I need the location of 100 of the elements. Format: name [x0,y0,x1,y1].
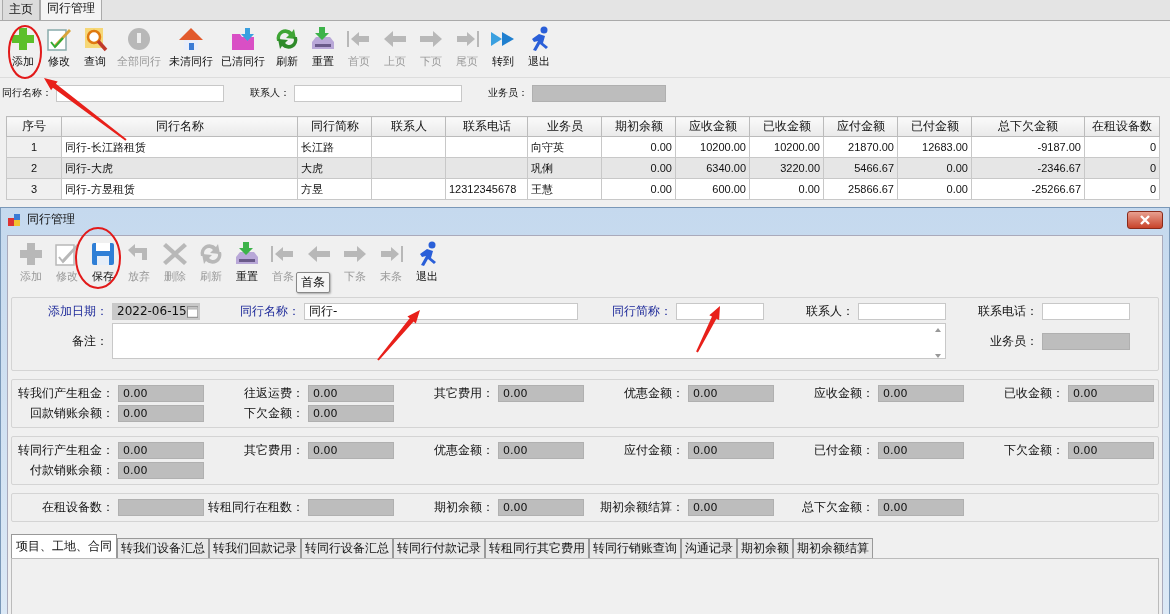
toolbar-button[interactable]: 退出 [410,240,444,284]
calendar-icon [186,304,198,319]
tab[interactable]: 期初余额 [737,538,793,558]
table-cell: 6340.00 [706,162,746,174]
toolbar-button[interactable]: 查询 [78,25,112,69]
close-icon [1139,214,1151,225]
column-header[interactable]: 已付金额 [897,116,972,137]
column-header[interactable]: 同行简称 [297,116,372,137]
plus-icon [17,240,45,268]
column-header[interactable]: 应付金额 [823,116,898,137]
field-label: 已付金额： [813,442,874,459]
tab[interactable]: 转租同行其它费用 [485,538,589,558]
cross-icon [161,240,189,268]
field-label: 期初余额： [433,499,494,516]
table-cell: 王慧 [531,182,553,195]
toolbar-button[interactable]: 已清同行 [218,25,268,69]
table-cell: 10200.00 [700,141,746,153]
column-header[interactable]: 联系人 [371,116,446,137]
table-cell: 方昱 [301,182,323,195]
field-label: 回款销账余额： [29,405,114,422]
toolbar-button[interactable]: 保存 [86,240,120,284]
table-cell: 0.00 [650,141,672,153]
table-cell: 0.00 [798,183,820,195]
readonly-field: 0.00 [118,385,204,402]
field-label: 优惠金额： [623,385,684,402]
toolbar-button[interactable]: 转到 [486,25,520,69]
input-field[interactable] [858,303,946,320]
readonly-field: 0.00 [498,499,584,516]
toolbar-button[interactable]: 刷新 [270,25,304,69]
tab[interactable]: 期初余额结算 [793,538,873,558]
table-cell: 3220.00 [780,162,820,174]
input-field[interactable]: 同行- [304,303,578,320]
readonly-field: 0.00 [118,405,204,422]
table-cell: 0 [1149,141,1156,153]
tooltip: 首条 [296,272,330,293]
readonly-field: 0.00 [118,442,204,459]
input-field[interactable] [294,84,462,102]
field-label: 同行简称： [611,303,672,320]
table-cell: -25266.67 [1031,183,1081,195]
field-label: 联系人： [805,303,854,320]
column-header[interactable]: 总下欠金额 [971,116,1085,137]
toolbar-button[interactable]: 添加 [6,25,40,69]
toolbar-button[interactable]: 未清同行 [166,25,216,69]
tab[interactable]: 转同行付款记录 [393,538,485,558]
table-cell: 1 [30,141,38,153]
toolbar-button[interactable]: 重置 [230,240,264,284]
toolbar-button[interactable]: 重置 [306,25,340,69]
field-label: 联系人： [250,86,290,100]
readonly-field: 0.00 [308,385,394,402]
tab[interactable]: 转同行设备汇总 [301,538,393,558]
page-tab[interactable]: 同行管理 [40,0,102,20]
tab[interactable]: 转同行销账查询 [589,538,681,558]
folder-icon [229,25,257,53]
table-cell: 21870.00 [848,141,894,153]
field-label: 应收金额： [813,385,874,402]
plus-icon [9,25,37,53]
readonly-field: 0.00 [688,499,774,516]
tab[interactable]: 转我们设备汇总 [117,538,209,558]
column-header[interactable]: 同行名称 [61,116,298,137]
memo-field[interactable] [112,323,946,359]
table-cell: 0 [1149,183,1156,195]
input-field[interactable] [56,84,224,102]
table-cell: 同行-大虎 [65,161,113,174]
table-cell: 巩俐 [531,161,553,174]
column-header[interactable]: 业务员 [527,116,602,137]
readonly-field[interactable] [532,84,666,102]
tab[interactable]: 沟通记录 [681,538,737,558]
tab[interactable]: 项目、工地、合同 [11,534,117,558]
readonly-field: 0.00 [118,462,204,479]
field-label: 其它费用： [243,442,304,459]
input-field[interactable] [1042,303,1130,320]
field-label: 转租同行在租数： [208,499,304,516]
date-field[interactable]: 2022-06-15 [112,303,200,320]
toolbar-button[interactable]: 修改 [42,25,76,69]
column-header[interactable]: 在租设备数 [1084,116,1160,137]
column-header[interactable]: 已收金额 [749,116,824,137]
page-tab[interactable]: 主页 [2,0,40,20]
table-cell: 同行-方昱租赁 [65,182,135,195]
input-field[interactable] [676,303,764,320]
field-label: 转我们产生租金： [18,385,114,402]
column-header[interactable]: 联系电话 [445,116,528,137]
column-header[interactable]: 应收金额 [675,116,750,137]
toolbar-button[interactable]: 退出 [522,25,556,69]
close-button[interactable] [1127,210,1163,229]
annotation-circle [75,227,121,289]
table-cell: 600.00 [712,183,746,195]
tab[interactable]: 转我们回款记录 [209,538,301,558]
table-cell: -2346.67 [1037,162,1081,174]
column-header[interactable]: 期初余额 [601,116,676,137]
readonly-field: 0.00 [308,442,394,459]
field-label: 业务员： [989,332,1038,350]
readonly-field: 0.00 [1068,385,1154,402]
field-label: 总下欠金额： [801,499,874,516]
readonly-field: 0.00 [878,385,964,402]
field-label: 应付金额： [623,442,684,459]
table-cell: 大虎 [301,161,323,174]
field-label: 转同行产生租金： [18,442,114,459]
field-label: 往返运费： [243,385,304,402]
field-label: 下欠金额： [1003,442,1064,459]
column-header[interactable]: 序号 [6,116,62,137]
